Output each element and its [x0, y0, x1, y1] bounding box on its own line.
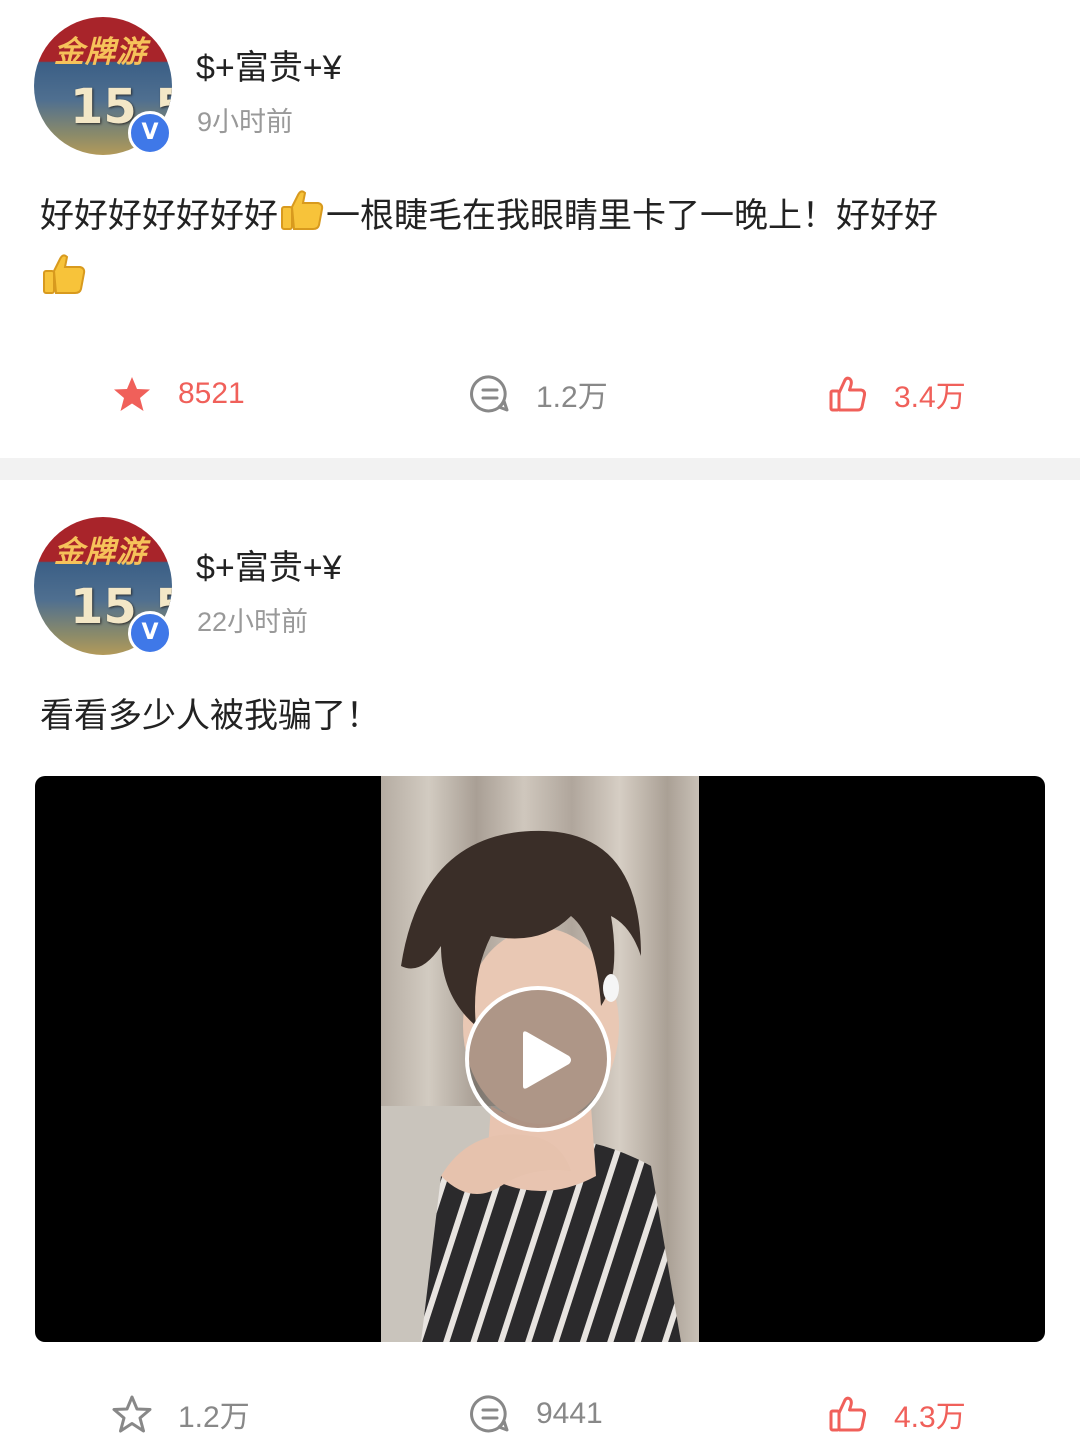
comment-icon	[470, 375, 509, 413]
action-bar: 1.2万 9441 4.3万	[0, 1384, 1080, 1444]
avatar[interactable]: 金牌游 15.5 V	[34, 517, 172, 655]
post-time: 22小时前	[197, 607, 309, 637]
repost-button[interactable]: 1.2万	[112, 1384, 250, 1444]
post-text-part: 好好好好好好好	[40, 197, 278, 235]
repost-button[interactable]: 8521	[112, 364, 245, 424]
post-card: 金牌游 15.5 V $+富贵+¥ 9小时前 好好好好好好好 一根睫毛在我眼睛里…	[0, 0, 1080, 458]
comment-icon	[470, 1395, 509, 1433]
post-text: 看看多少人被我骗了！	[40, 697, 380, 735]
avatar-banner-text: 金牌游	[54, 535, 147, 570]
avatar-banner-text: 金牌游	[54, 35, 147, 70]
comment-count: 9441	[536, 1397, 603, 1430]
video-player[interactable]	[35, 776, 1045, 1342]
thumbs-up-icon	[829, 376, 867, 412]
repost-count: 1.2万	[178, 1401, 250, 1434]
star-icon	[114, 377, 150, 411]
post-text-part: 一根睫毛在我眼睛里卡了一晚上！好好好	[326, 197, 938, 235]
post-text: 好好好好好好好 一根睫毛在我眼睛里卡了一晚上！好好好	[40, 184, 1040, 312]
comment-button[interactable]: 9441	[470, 1384, 603, 1444]
thumbs-up-icon	[829, 1396, 867, 1432]
comment-count: 1.2万	[536, 381, 608, 414]
post-divider	[0, 458, 1080, 480]
play-button[interactable]	[465, 986, 611, 1132]
post-card: 金牌游 15.5 V $+富贵+¥ 22小时前 看看多少人被我骗了！ 1.2万 …	[0, 480, 1080, 1434]
like-button[interactable]: 4.3万	[828, 1384, 966, 1444]
verified-badge-icon: V	[128, 611, 172, 655]
username[interactable]: $+富贵+¥	[196, 540, 342, 589]
like-count: 4.3万	[894, 1401, 966, 1434]
like-count: 3.4万	[894, 381, 966, 414]
post-time: 9小时前	[197, 107, 294, 137]
like-button[interactable]: 3.4万	[828, 364, 966, 424]
play-icon	[523, 1031, 571, 1089]
thumbs-up-emoji-icon	[281, 190, 324, 230]
avatar[interactable]: 金牌游 15.5 V	[34, 17, 172, 155]
username[interactable]: $+富贵+¥	[196, 40, 342, 89]
thumbs-up-emoji-icon	[43, 254, 86, 294]
comment-button[interactable]: 1.2万	[470, 364, 608, 424]
verified-badge-icon: V	[128, 111, 172, 155]
star-outline-icon	[112, 1395, 152, 1433]
action-bar: 8521 1.2万 3.4万	[0, 364, 1080, 424]
repost-count: 8521	[178, 377, 245, 410]
